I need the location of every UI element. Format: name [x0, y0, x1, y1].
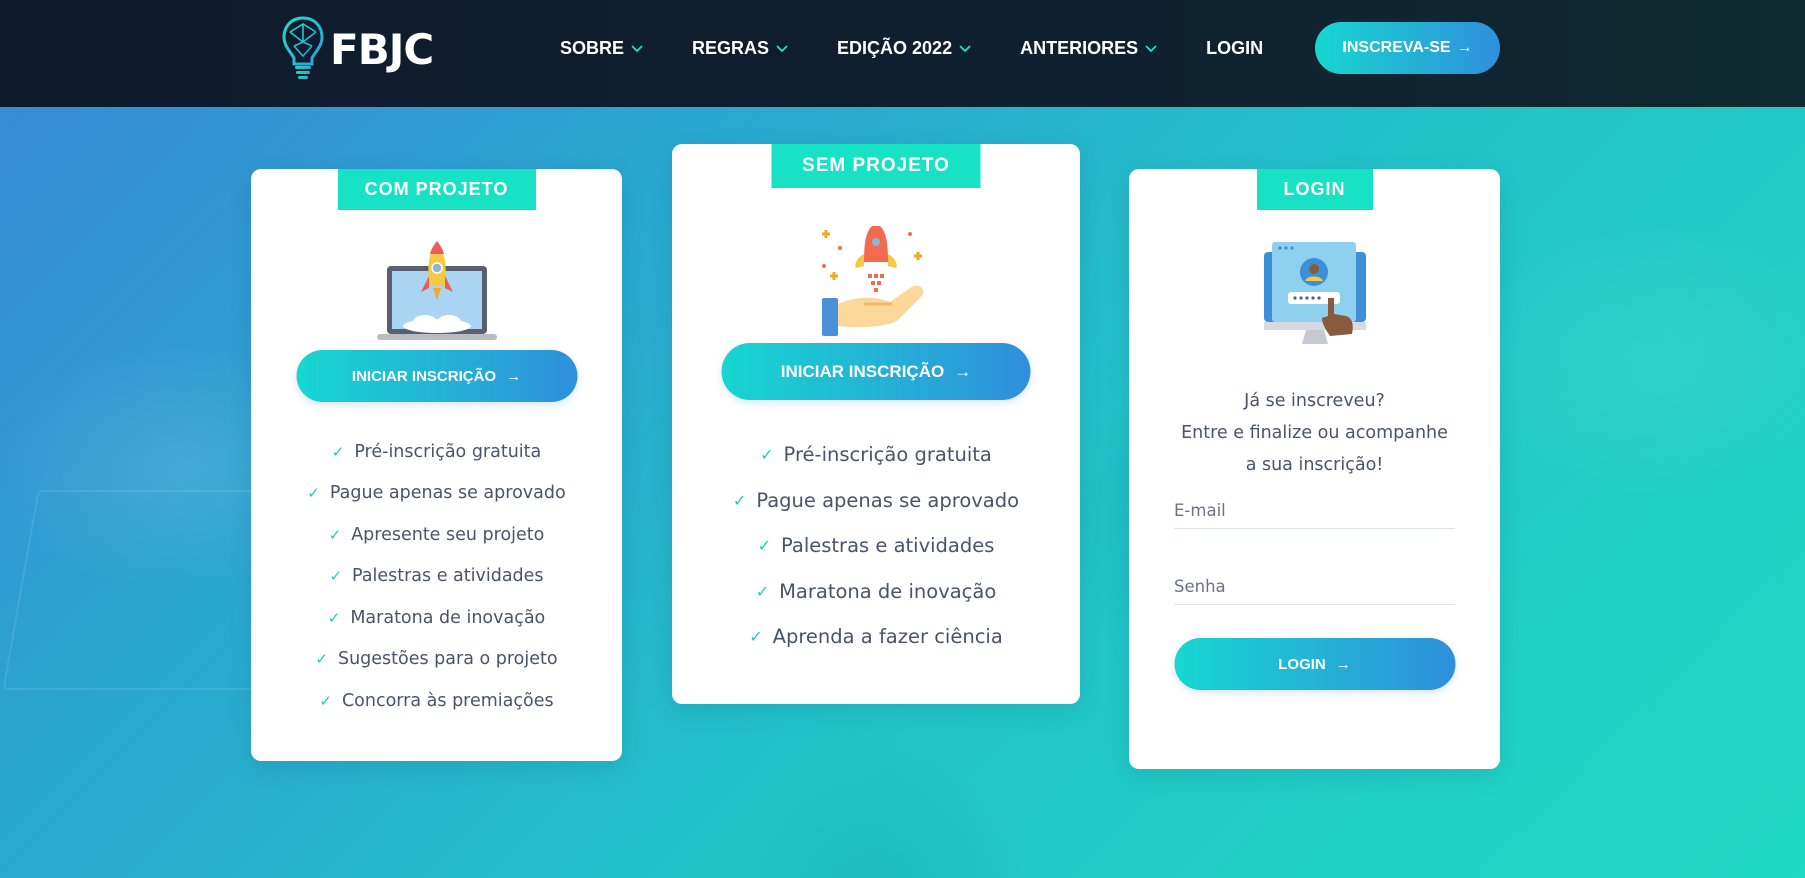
check-icon: ✓	[331, 442, 345, 461]
feature-text: Maratona de inovação	[350, 607, 546, 628]
nav-item-login[interactable]: LOGIN	[1206, 34, 1263, 62]
login-description: Já se inscreveu? Entre e finalize ou aco…	[1129, 385, 1500, 481]
feature-item: ✓ Apresente seu projeto	[251, 514, 622, 556]
feature-item: ✓ Maratona de inovação	[251, 597, 622, 639]
iniciar-inscricao-button[interactable]: INICIAR INSCRIÇÃO →	[296, 350, 577, 402]
login-text-line: Entre e finalize ou acompanhe	[1181, 423, 1448, 443]
logo[interactable]: FBJC	[282, 16, 434, 82]
main-nav: SOBRE REGRAS EDIÇÃO 2022 ANTERIORES LOGI…	[560, 34, 1311, 62]
card-tag: SEM PROJETO	[771, 144, 981, 188]
feature-list: ✓ Pré-inscrição gratuita ✓ Pague apenas se…	[251, 431, 622, 722]
feature-text: Pré-inscrição gratuita	[354, 441, 542, 462]
card-com-projeto: COM PROJETO INICIAR INSCRIÇÃO → ✓ Pré-ins…	[251, 169, 622, 761]
check-icon: ✓	[307, 484, 320, 503]
check-icon: ✓	[755, 581, 770, 601]
feature-text: Palestras e atividades	[781, 534, 995, 558]
login-button[interactable]: LOGIN →	[1174, 638, 1455, 690]
check-icon: ✓	[327, 608, 341, 627]
feature-text: Pague apenas se aprovado	[329, 483, 566, 504]
nav-item-label: ANTERIORES	[1020, 37, 1139, 58]
monitor-login-icon	[1263, 242, 1366, 344]
lightbulb-logo-icon	[282, 16, 324, 79]
feature-item: ✓ Pague apenas se aprovado	[251, 473, 622, 515]
chevron-down-icon	[631, 45, 643, 53]
logo-text: FBJC	[330, 24, 434, 74]
feature-item: ✓ Sugestões para o projeto	[251, 639, 622, 681]
nav-item-edicao-2022[interactable]: EDIÇÃO 2022	[837, 34, 972, 62]
laptop-rocket-icon	[376, 241, 497, 340]
arrow-right-icon: →	[954, 361, 972, 381]
inscreva-se-label: INSCREVA-SE	[1342, 39, 1451, 56]
feature-item: ✓ Palestras e atividades	[251, 556, 622, 598]
check-icon: ✓	[757, 536, 771, 556]
feature-text: Apresente seu projeto	[351, 524, 545, 545]
chevron-down-icon	[1145, 45, 1157, 53]
feature-item: ✓ Maratona de inovação	[672, 569, 1080, 615]
feature-text: Palestras e atividades	[352, 566, 544, 587]
nav-item-label: SOBRE	[560, 37, 625, 58]
arrow-right-icon: →	[1335, 655, 1351, 673]
button-label: INICIAR INSCRIÇÃO	[780, 361, 945, 381]
nav-item-sobre[interactable]: SOBRE	[560, 34, 644, 62]
email-field[interactable]	[1174, 493, 1455, 529]
navbar: FBJC SOBRE REGRAS EDIÇÃO 2022 ANTERIORES…	[0, 0, 1805, 107]
login-text-line: Já se inscreveu?	[1244, 391, 1385, 411]
check-icon: ✓	[732, 490, 747, 510]
nav-item-label: EDIÇÃO 2022	[837, 37, 953, 58]
feature-text: Aprenda a fazer ciência	[772, 625, 1003, 649]
button-label: LOGIN	[1278, 655, 1326, 673]
feature-list: ✓ Pré-inscrição gratuita ✓ Pague apenas se…	[672, 432, 1080, 660]
feature-item: ✓ Pré-inscrição gratuita	[251, 431, 622, 473]
feature-item: ✓ Pré-inscrição gratuita	[672, 432, 1080, 478]
check-icon: ✓	[315, 650, 328, 669]
check-icon: ✓	[319, 691, 332, 710]
chevron-down-icon	[776, 45, 788, 53]
nav-item-anteriores[interactable]: ANTERIORES	[1020, 34, 1158, 62]
feature-text: Pague apenas se aprovado	[756, 488, 1020, 512]
feature-item: ✓ Aprenda a fazer ciência	[672, 614, 1080, 660]
check-icon: ✓	[760, 445, 774, 465]
password-field[interactable]	[1174, 569, 1455, 605]
arrow-right-icon: →	[506, 367, 522, 385]
arrow-right-icon: →	[1456, 39, 1473, 56]
feature-item: ✓ Pague apenas se aprovado	[672, 478, 1080, 524]
hand-rocket-icon	[822, 226, 924, 336]
check-icon: ✓	[329, 567, 343, 586]
inscreva-se-button[interactable]: INSCREVA-SE →	[1315, 22, 1500, 74]
chevron-down-icon	[959, 45, 971, 53]
card-tag: LOGIN	[1256, 169, 1373, 210]
iniciar-inscricao-button[interactable]: INICIAR INSCRIÇÃO →	[721, 343, 1031, 400]
feature-item: ✓ Palestras e atividades	[672, 523, 1080, 569]
card-login: LOGIN Já se inscreveu? Entre e finalize …	[1129, 169, 1500, 769]
check-icon: ✓	[328, 525, 342, 544]
check-icon: ✓	[749, 627, 763, 647]
card-sem-projeto: SEM PROJETO INICIAR INSCRIÇÃO → ✓ Pré-ins…	[672, 144, 1080, 704]
feature-text: Pré-inscrição gratuita	[783, 443, 992, 467]
feature-text: Concorra às premiações	[341, 690, 554, 711]
login-text-line: a sua inscrição!	[1245, 455, 1384, 475]
nav-item-regras[interactable]: REGRAS	[692, 34, 789, 62]
feature-item: ✓ Concorra às premiações	[251, 680, 622, 722]
nav-item-label: REGRAS	[692, 37, 770, 58]
feature-text: Maratona de inovação	[779, 579, 997, 603]
feature-text: Sugestões para o projeto	[337, 649, 558, 670]
card-tag: COM PROJETO	[337, 169, 536, 210]
nav-item-label: LOGIN	[1206, 37, 1264, 58]
button-label: INICIAR INSCRIÇÃO	[351, 367, 497, 385]
